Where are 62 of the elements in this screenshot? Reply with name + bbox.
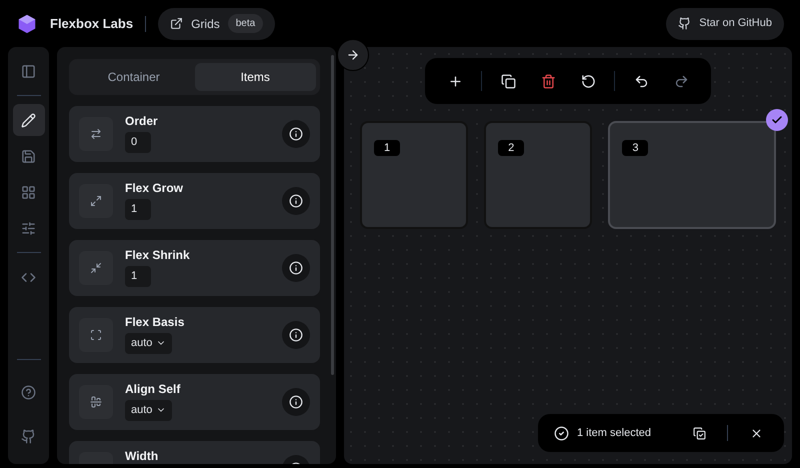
grids-label: Grids xyxy=(191,16,220,32)
arrow-button[interactable] xyxy=(337,39,369,71)
github-icon xyxy=(21,428,36,444)
property-label: Flex Shrink xyxy=(125,248,191,262)
check-circle-icon xyxy=(554,426,569,440)
info-button[interactable] xyxy=(282,388,310,416)
copy-check-icon xyxy=(692,426,706,440)
panel-tab[interactable]: Items xyxy=(194,63,316,91)
info-icon xyxy=(289,328,303,342)
property-label: Width xyxy=(125,449,160,463)
info-button[interactable] xyxy=(282,321,310,349)
pencil-icon xyxy=(21,112,36,128)
swap-icon xyxy=(90,128,102,140)
selection-text: 1 item selected xyxy=(577,426,652,441)
close-icon xyxy=(750,426,762,440)
expand-icon xyxy=(90,195,102,207)
save-icon xyxy=(21,148,36,164)
github-star-button[interactable]: Star on GitHub xyxy=(666,8,784,40)
property-label: Flex Basis xyxy=(125,315,186,329)
add-icon xyxy=(448,74,462,88)
reset-icon xyxy=(580,74,596,88)
value-input[interactable]: 0 xyxy=(125,132,151,152)
copy-icon xyxy=(500,74,516,88)
value-dropdown[interactable]: auto xyxy=(125,333,172,354)
flex-item[interactable]: 1 xyxy=(360,121,468,229)
info-icon xyxy=(289,194,303,208)
info-button[interactable] xyxy=(282,254,310,282)
property-label: Align Self xyxy=(125,382,182,396)
brand-name: Flexbox Labs xyxy=(50,14,134,33)
item-number: 2 xyxy=(498,140,524,156)
align-icon xyxy=(90,396,102,408)
value-input[interactable]: 1 xyxy=(125,266,151,286)
frame-icon xyxy=(90,329,102,341)
pencil-button[interactable] xyxy=(12,104,44,136)
info-button[interactable] xyxy=(282,120,310,148)
shrink-icon xyxy=(90,262,102,274)
redo-icon xyxy=(674,74,688,88)
property-label: Flex Grow xyxy=(125,181,184,195)
github-icon xyxy=(678,17,692,30)
value-dropdown[interactable]: auto xyxy=(125,400,172,420)
item-number: 3 xyxy=(622,140,648,156)
sliders-icon xyxy=(21,220,36,236)
value-input[interactable]: 1 xyxy=(125,199,151,220)
info-icon xyxy=(289,127,303,141)
panel-tab[interactable]: Container xyxy=(73,63,194,91)
flex-item[interactable]: 2 xyxy=(484,121,592,229)
property-label: Order xyxy=(125,114,159,128)
check-badge-icon xyxy=(766,109,788,131)
trash-icon xyxy=(540,74,556,88)
grids-link[interactable]: Grids beta xyxy=(158,8,276,40)
item-number: 1 xyxy=(374,140,400,156)
info-icon xyxy=(289,261,303,275)
flex-item[interactable]: 3 xyxy=(608,121,776,229)
cube-logo-icon xyxy=(16,12,38,34)
help-icon xyxy=(21,384,36,400)
beta-badge: beta xyxy=(228,14,264,33)
external-link-icon xyxy=(170,17,184,30)
undo-icon xyxy=(634,74,648,88)
grid-icon xyxy=(21,184,36,200)
info-button[interactable] xyxy=(282,187,310,215)
panel-icon xyxy=(21,64,36,78)
info-icon xyxy=(289,395,303,409)
